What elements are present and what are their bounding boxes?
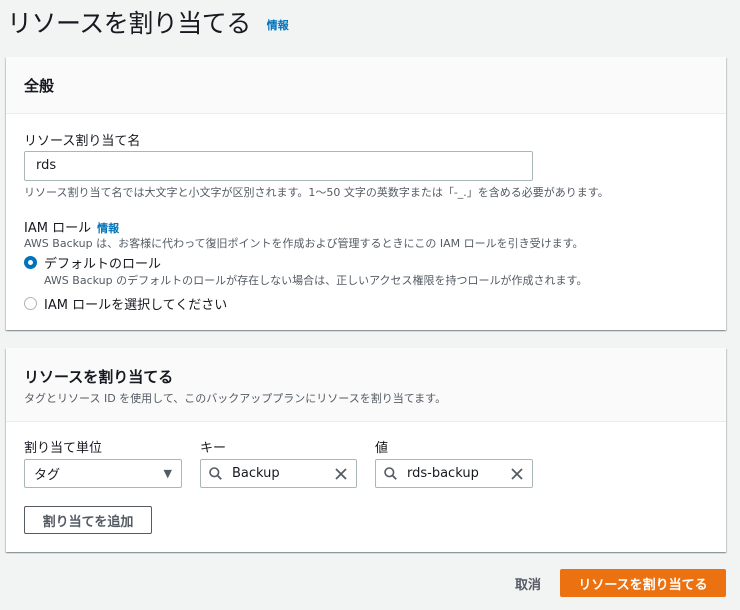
tag-value-input[interactable]: rds-backup [375,459,533,488]
unit-column-label: 割り当て単位 [24,441,103,456]
general-panel: 全般 リソース割り当て名 rds リソース割り当て名では大文字と小文字が区別され… [6,57,726,330]
radio-default-role-control[interactable] [24,256,37,269]
clear-icon[interactable] [334,467,348,481]
tag-key-input[interactable]: Backup [200,459,357,488]
tag-key-value: Backup [232,466,280,481]
assign-resources-description: タグとリソース ID を使用して、このバックアッププランにリソースを割り当てます… [24,392,447,405]
radio-default-role[interactable]: デフォルトのロール [24,253,161,272]
cancel-button[interactable]: 取消 [506,569,550,597]
iam-role-label-row: IAM ロール 情報 [24,217,119,236]
radio-default-role-description: AWS Backup のデフォルトのロールが存在しない場合は、正しいアクセス権限… [44,274,588,287]
page-header: リソースを割り当てる 情報 [7,4,289,40]
assign-resources-panel: リソースを割り当てる タグとリソース ID を使用して、このバックアッププランに… [6,348,726,552]
tag-value-value: rds-backup [407,466,479,481]
assignment-unit-value: タグ [34,468,61,483]
radio-choose-iam-role-control[interactable] [24,297,37,310]
radio-choose-iam-role[interactable]: IAM ロールを選択してください [24,294,227,313]
general-panel-title: 全般 [24,76,55,95]
value-column-label: 値 [375,441,389,456]
iam-role-label: IAM ロール [24,221,92,236]
assignment-name-input[interactable]: rds [24,151,533,181]
page-info-link[interactable]: 情報 [267,17,289,33]
assign-resources-header: リソースを割り当てる タグとリソース ID を使用して、このバックアッププランに… [6,348,726,422]
caret-down-icon: ▼ [163,467,172,480]
radio-default-role-label: デフォルトのロール [44,257,162,272]
general-panel-header: 全般 [6,57,726,114]
page-title: リソースを割り当てる [7,9,251,38]
search-icon [209,467,222,480]
assign-resources-title: リソースを割り当てる [24,368,174,386]
assign-resources-button[interactable]: リソースを割り当てる [560,569,726,597]
clear-icon[interactable] [510,467,524,481]
assignment-name-hint: リソース割り当て名では大文字と小文字が区別されます。1～50 文字の英数字または… [24,186,609,199]
key-column-label: キー [200,441,227,456]
iam-role-description: AWS Backup は、お客様に代わって復旧ポイントを作成および管理するときに… [24,237,584,250]
iam-role-info-link[interactable]: 情報 [97,222,119,235]
search-icon [384,467,397,480]
radio-choose-iam-role-label: IAM ロールを選択してください [44,298,228,313]
assignment-unit-select[interactable]: タグ ▼ [24,459,182,488]
assignment-name-label: リソース割り当て名 [24,134,141,149]
add-assignment-button[interactable]: 割り当てを追加 [24,506,152,534]
